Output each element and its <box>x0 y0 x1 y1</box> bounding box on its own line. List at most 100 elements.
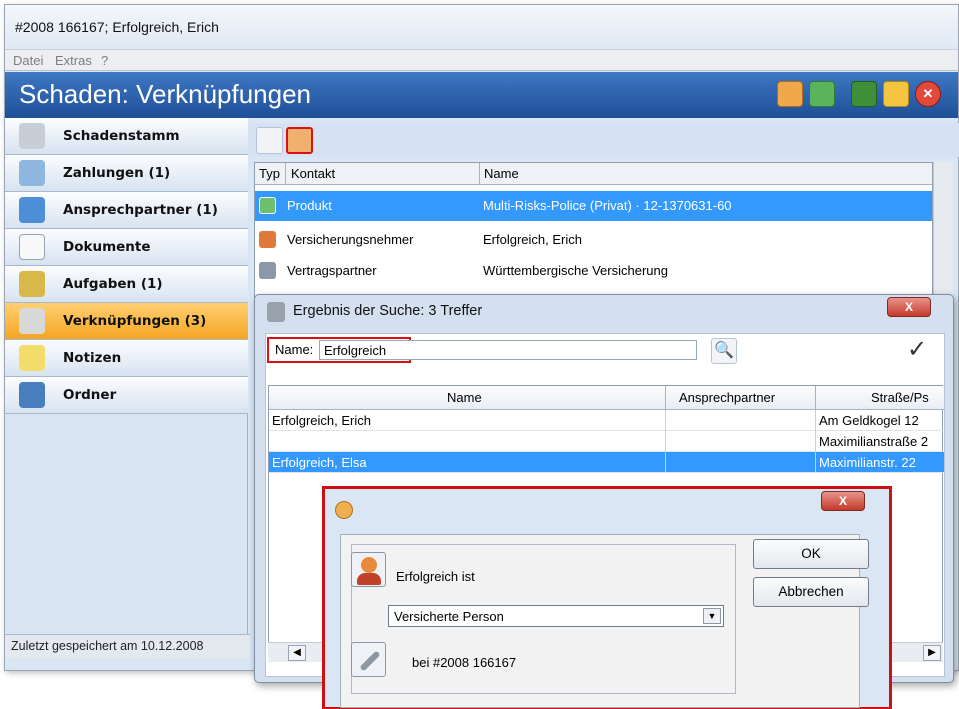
column-header-typ[interactable]: Typ <box>259 166 280 181</box>
table-row[interactable]: Erfolgreich, Erich Am Geldkogel 12 <box>269 410 944 431</box>
sidebar-item-verknuepfungen[interactable]: Verknüpfungen (3) <box>5 303 248 340</box>
menu-help[interactable]: ? <box>101 53 108 68</box>
table-row[interactable]: Erfolgreich, Elsa Maximilianstr. 22 <box>269 452 944 473</box>
sidebar-item-label: Ansprechpartner (1) <box>63 202 218 218</box>
sidebar-item-aufgaben[interactable]: Aufgaben (1) <box>5 266 248 303</box>
name-search-input[interactable] <box>319 340 697 360</box>
scroll-right-icon[interactable]: ▶ <box>923 645 941 661</box>
link-icon <box>19 308 45 334</box>
table-row[interactable]: Produkt Multi-Risks-Police (Privat) · 12… <box>255 191 932 221</box>
sidebar-item-label: Ordner <box>63 387 117 403</box>
person-icon <box>19 197 45 223</box>
ok-button[interactable]: OK <box>753 539 869 569</box>
column-header-name[interactable]: Name <box>447 390 482 405</box>
move-icon[interactable] <box>883 81 909 107</box>
column-divider <box>815 410 816 473</box>
column-divider <box>665 386 666 410</box>
person-body-shape <box>357 573 381 585</box>
search-button[interactable]: 🔍 <box>711 338 737 364</box>
payment-icon <box>19 160 45 186</box>
links-toolbar <box>248 123 959 157</box>
add-person-icon[interactable] <box>777 81 803 107</box>
search-dialog-close-button[interactable]: X <box>887 297 931 317</box>
sidebar-item-ansprechpartner[interactable]: Ansprechpartner (1) <box>5 192 248 229</box>
row-strasse: Am Geldkogel 12 <box>819 413 919 428</box>
reference-text: bei #2008 166167 <box>412 655 517 670</box>
title-bar: #2008 166167; Erfolgreich, Erich <box>5 5 958 49</box>
role-dialog: X Erfolgreich ist Versicherte Person ▼ b… <box>325 489 889 708</box>
role-dialog-close-button[interactable]: X <box>821 491 865 511</box>
result-grid-header: Name Ansprechpartner Straße/Ps <box>269 386 944 410</box>
row-name: Württembergische Versicherung <box>483 263 668 278</box>
person-head-shape <box>361 557 377 573</box>
row-kontakt: Vertragspartner <box>287 263 377 278</box>
cancel-button[interactable]: Abbrechen <box>753 577 869 607</box>
status-bar: Zuletzt gespeichert am 10.12.2008 <box>5 634 250 658</box>
row-name: Erfolgreich, Erich <box>272 413 371 428</box>
column-divider <box>479 163 480 185</box>
table-row[interactable]: Maximilianstraße 2 <box>269 431 944 452</box>
task-icon <box>19 271 45 297</box>
sidebar-item-ordner[interactable]: Ordner <box>5 377 248 414</box>
role-text: Erfolgreich ist <box>396 569 475 584</box>
column-divider <box>665 410 666 473</box>
wrench-icon <box>19 123 45 149</box>
table-row[interactable]: Vertragspartner Württembergische Versich… <box>255 256 932 286</box>
table-scrollbar[interactable] <box>933 162 953 300</box>
column-header-name[interactable]: Name <box>484 166 519 181</box>
search-dialog-title: Ergebnis der Suche: 3 Treffer <box>293 303 483 319</box>
export-icon[interactable] <box>809 81 835 107</box>
column-divider <box>815 386 816 410</box>
unlink-button[interactable] <box>256 127 283 154</box>
confirm-check-icon[interactable]: ✓ <box>907 335 927 364</box>
add-person-link-button[interactable] <box>286 127 313 154</box>
column-header-kontakt[interactable]: Kontakt <box>291 166 335 181</box>
contact-face-icon <box>335 501 353 519</box>
close-icon[interactable]: ✕ <box>915 81 941 107</box>
window-title: #2008 166167; Erfolgreich, Erich <box>15 19 219 35</box>
row-name: Multi-Risks-Police (Privat) · 12-1370631… <box>483 198 732 213</box>
sidebar-item-notizen[interactable]: Notizen <box>5 340 248 377</box>
name-label: Name: <box>275 342 314 357</box>
links-table: Typ Kontakt Name Produkt Multi-Risks-Pol… <box>254 162 933 300</box>
product-icon <box>259 197 276 214</box>
sidebar-item-label: Zahlungen (1) <box>63 165 171 181</box>
row-kontakt: Produkt <box>287 198 332 213</box>
menu-bar: Datei Extras ? <box>5 49 958 71</box>
menu-extras[interactable]: Extras <box>55 53 92 68</box>
column-header-strasse[interactable]: Straße/Ps <box>871 390 929 405</box>
row-name: Erfolgreich, Elsa <box>272 455 367 470</box>
page-title: Schaden: Verknüpfungen <box>19 79 312 109</box>
save-icon[interactable] <box>851 81 877 107</box>
person-icon <box>259 231 276 248</box>
header-band: Schaden: Verknüpfungen ✕ <box>5 72 958 118</box>
search-person-icon <box>267 302 285 322</box>
sidebar-item-zahlungen[interactable]: Zahlungen (1) <box>5 155 248 192</box>
sidebar-item-label: Notizen <box>63 350 122 366</box>
wrench-shape <box>359 650 381 672</box>
note-icon <box>19 345 45 371</box>
magnifier-icon: 🔍 <box>714 342 734 359</box>
wrench-icon <box>351 642 386 677</box>
status-text: Zuletzt gespeichert am 10.12.2008 <box>11 639 204 653</box>
sidebar-item-label: Verknüpfungen (3) <box>63 313 207 329</box>
person-icon <box>351 552 386 587</box>
row-strasse: Maximilianstr. 22 <box>819 455 916 470</box>
sidebar-item-label: Dokumente <box>63 239 151 255</box>
role-select[interactable]: Versicherte Person ▼ <box>388 605 724 627</box>
row-strasse: Maximilianstraße 2 <box>819 434 929 449</box>
sidebar-item-schadenstamm[interactable]: Schadenstamm <box>5 118 248 155</box>
menu-datei[interactable]: Datei <box>13 53 43 68</box>
table-row[interactable]: Versicherungsnehmer Erfolgreich, Erich <box>255 225 932 255</box>
column-header-ansprechpartner[interactable]: Ansprechpartner <box>679 390 775 405</box>
sidebar: Schadenstamm Zahlungen (1) Ansprechpartn… <box>5 118 248 634</box>
row-kontakt: Versicherungsnehmer <box>287 232 414 247</box>
column-divider <box>285 163 286 185</box>
company-icon <box>259 262 276 279</box>
sidebar-item-dokumente[interactable]: Dokumente <box>5 229 248 266</box>
scroll-left-icon[interactable]: ◀ <box>288 645 306 661</box>
chevron-down-icon[interactable]: ▼ <box>703 608 721 624</box>
sidebar-item-label: Schadenstamm <box>63 128 180 144</box>
role-select-value: Versicherte Person <box>394 609 504 624</box>
sidebar-item-label: Aufgaben (1) <box>63 276 163 292</box>
